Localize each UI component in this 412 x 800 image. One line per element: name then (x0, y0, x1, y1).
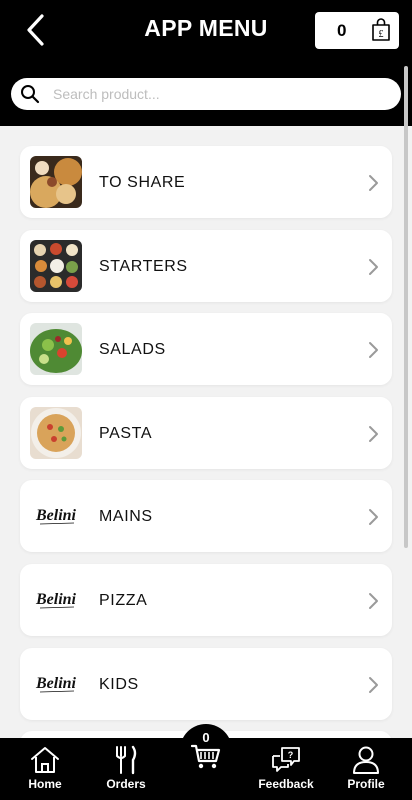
nav-feedback[interactable]: ? Feedback (246, 738, 326, 800)
nav-home[interactable]: Home (5, 738, 85, 800)
belini-logo: Belini (30, 658, 82, 710)
chevron-right-icon (369, 509, 378, 526)
scrollbar[interactable] (404, 66, 408, 548)
nav-label: Profile (347, 777, 385, 791)
category-thumbnail (30, 239, 82, 292)
svg-text:?: ? (288, 750, 294, 760)
nav-label: Home (28, 777, 62, 791)
category-item-pasta[interactable]: PASTA (20, 396, 392, 469)
category-item-salads[interactable]: SALADS (20, 313, 392, 386)
nav-label: Feedback (258, 777, 314, 791)
category-label: SALADS (99, 341, 166, 359)
category-item-kids[interactable]: Belini KIDS (20, 647, 392, 720)
belini-logo: Belini (30, 490, 82, 542)
category-label: PIZZA (99, 591, 148, 609)
category-thumbnail (30, 406, 82, 459)
category-label: TO SHARE (99, 174, 186, 191)
svg-text:Belini: Belini (35, 591, 77, 608)
category-label: PASTA (99, 424, 153, 442)
chevron-right-icon (369, 676, 378, 693)
cart-count: 0 (337, 21, 347, 40)
search-input[interactable] (53, 82, 383, 106)
svg-text:Belini: Belini (35, 675, 77, 692)
search-bar (11, 78, 401, 110)
shopping-cart-icon (191, 744, 221, 769)
category-thumbnail (30, 323, 82, 376)
fork-knife-icon (116, 745, 137, 775)
nav-orders[interactable]: Orders (86, 738, 166, 800)
nav-label: Orders (106, 777, 146, 791)
chevron-right-icon (369, 175, 378, 191)
category-label: KIDS (99, 675, 139, 693)
nav-profile[interactable]: Profile (326, 738, 406, 800)
category-item-to-share[interactable]: TO SHARE (20, 146, 392, 218)
cart-button[interactable]: 0 £ (315, 12, 399, 49)
category-item-starters[interactable]: STARTERS (20, 229, 392, 302)
home-icon (31, 747, 59, 773)
belini-logo: Belini (30, 574, 82, 626)
search-icon (21, 85, 40, 104)
category-label: MAINS (99, 508, 153, 526)
svg-text:Belini: Belini (35, 507, 77, 524)
floating-cart-button[interactable]: 0 (180, 724, 232, 776)
category-thumbnail (30, 156, 82, 208)
category-label: STARTERS (99, 257, 188, 275)
app-header: APP MENU 0 £ (0, 0, 412, 126)
feedback-chat-icon: ? (272, 747, 300, 772)
cart-count: 0 (202, 730, 210, 745)
chevron-right-icon (369, 425, 378, 442)
category-item-pizza[interactable]: Belini PIZZA (20, 563, 392, 636)
user-icon (353, 746, 379, 774)
shopping-bag-pound-icon: £ (372, 18, 390, 41)
svg-text:£: £ (379, 29, 384, 40)
category-item-mains[interactable]: Belini MAINS (20, 480, 392, 553)
chevron-right-icon (369, 342, 378, 359)
category-list: TO SHARE STARTERS SALADS PASTA Belini MA… (20, 146, 392, 800)
chevron-right-icon (369, 258, 378, 275)
chevron-right-icon (369, 592, 378, 609)
